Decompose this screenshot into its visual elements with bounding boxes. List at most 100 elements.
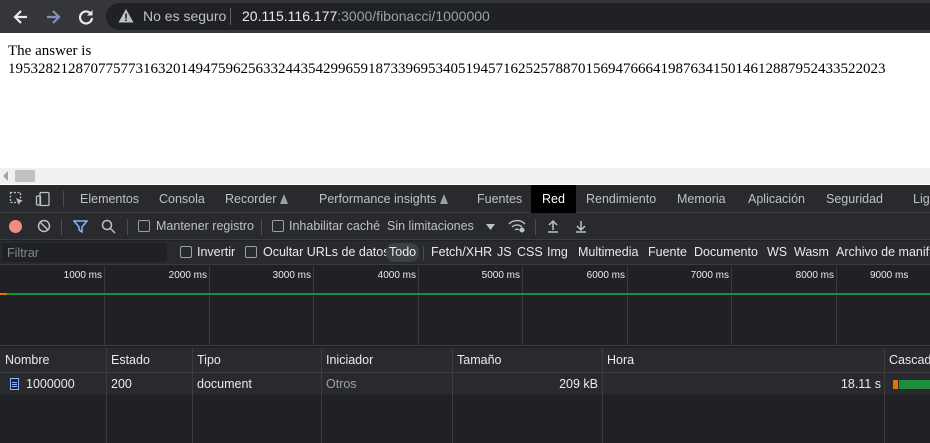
filter-type-multimedia[interactable]: Multimedia xyxy=(578,245,638,259)
url-text[interactable]: 20.115.116.177:3000/fibonacci/1000000 xyxy=(242,8,490,24)
address-bar[interactable]: No es seguro 20.115.116.177:3000/fibonac… xyxy=(106,3,930,30)
column-cascada[interactable]: Cascada xyxy=(889,353,930,367)
column-divider[interactable] xyxy=(106,348,107,443)
column-hora[interactable]: Hora xyxy=(607,353,634,367)
preserve-log-checkbox[interactable] xyxy=(138,220,150,232)
url-separator xyxy=(230,8,231,25)
tab-performance-insights-label: Performance insights xyxy=(319,192,437,206)
overview-tick-label: 7000 ms xyxy=(690,270,729,281)
overview-tick-label: 3000 ms xyxy=(272,270,311,281)
overview-tick-label: 4000 ms xyxy=(377,270,416,281)
cell-name[interactable]: 1000000 xyxy=(26,377,75,391)
export-har-icon[interactable] xyxy=(575,219,587,233)
tab-fuentes[interactable]: Fuentes xyxy=(477,185,522,213)
overview-gridline xyxy=(209,266,210,345)
tab-seguridad[interactable]: Seguridad xyxy=(826,185,883,213)
toolbar-divider xyxy=(61,219,62,235)
record-button[interactable] xyxy=(9,220,22,233)
column-divider[interactable] xyxy=(884,348,885,443)
filter-type-wasm[interactable]: Wasm xyxy=(794,245,829,259)
network-conditions-icon[interactable] xyxy=(508,219,526,233)
warning-triangle-icon xyxy=(118,9,134,23)
column-nombre[interactable]: Nombre xyxy=(5,353,49,367)
tab-recorder[interactable]: Recorder xyxy=(225,185,289,213)
column-divider[interactable] xyxy=(321,348,322,443)
chevron-down-icon[interactable] xyxy=(486,224,495,230)
hide-data-urls-checkbox[interactable] xyxy=(245,246,257,258)
arrow-left-icon xyxy=(13,10,27,24)
network-toolbar: Mantener registro Inhabilitar caché Sin … xyxy=(0,213,930,240)
page-content: The answer is 19532821287077577316320149… xyxy=(0,35,930,168)
filter-type-css[interactable]: CSS xyxy=(517,245,543,259)
overview-gridline xyxy=(836,266,837,345)
filter-type-fetch-xhr[interactable]: Fetch/XHR xyxy=(431,245,492,259)
throttling-select[interactable]: Sin limitaciones xyxy=(387,219,474,233)
invert-checkbox[interactable] xyxy=(180,246,192,258)
filter-input[interactable] xyxy=(2,243,167,262)
forward-button[interactable] xyxy=(41,5,65,29)
tab-aplicacion[interactable]: Aplicación xyxy=(748,185,805,213)
disable-cache-label: Inhabilitar caché xyxy=(289,219,381,233)
tab-elementos[interactable]: Elementos xyxy=(80,185,139,213)
experiment-flask-icon xyxy=(280,194,289,204)
device-toolbar-icon[interactable] xyxy=(35,191,51,207)
filter-type-fuente[interactable]: Fuente xyxy=(648,245,687,259)
cell-initiator: Otros xyxy=(326,377,357,391)
network-overview[interactable]: 1000 ms 2000 ms 3000 ms 4000 ms 5000 ms … xyxy=(0,266,930,346)
toolbar-divider xyxy=(127,219,128,235)
scrollbar-thumb[interactable] xyxy=(15,170,35,182)
column-tamano[interactable]: Tamaño xyxy=(457,353,501,367)
overview-tick-label: 1000 ms xyxy=(63,270,102,281)
tab-lighthouse[interactable]: Lighthouse xyxy=(913,185,930,213)
inspect-element-icon[interactable] xyxy=(9,191,25,207)
filter-type-todo[interactable]: Todo xyxy=(386,243,420,262)
filter-type-img[interactable]: Img xyxy=(547,245,568,259)
invert-label: Invertir xyxy=(197,245,236,259)
column-divider[interactable] xyxy=(452,348,453,443)
table-row[interactable]: 1000000 200 document Otros 209 kB 18.11 … xyxy=(0,373,930,395)
tab-rendimiento[interactable]: Rendimiento xyxy=(586,185,656,213)
filter-icon[interactable] xyxy=(73,220,88,233)
url-host: 20.115.116.177 xyxy=(242,8,338,24)
column-tipo[interactable]: Tipo xyxy=(197,353,221,367)
devtools-tab-bar: Elementos Consola Recorder Performance i… xyxy=(0,185,930,213)
filter-type-manifest[interactable]: Archivo de manifiesto xyxy=(836,245,930,259)
column-divider[interactable] xyxy=(602,348,603,443)
filter-type-js[interactable]: JS xyxy=(497,245,512,259)
toolbar-divider xyxy=(535,219,536,235)
reload-button[interactable] xyxy=(74,5,98,29)
filter-divider xyxy=(423,246,424,260)
column-iniciador[interactable]: Iniciador xyxy=(326,353,373,367)
tab-performance-insights[interactable]: Performance insights xyxy=(319,185,449,213)
toolbar-divider xyxy=(261,219,262,235)
tab-red[interactable]: Red xyxy=(531,185,576,213)
filter-bar: Invertir Ocultar URLs de datos Todo Fetc… xyxy=(0,241,930,265)
column-divider[interactable] xyxy=(192,348,193,443)
horizontal-scrollbar[interactable] xyxy=(0,168,930,184)
preserve-log-label: Mantener registro xyxy=(156,219,254,233)
overview-gridline xyxy=(104,266,105,345)
import-har-icon[interactable] xyxy=(547,219,559,233)
cell-type: document xyxy=(197,377,252,391)
scroll-left-icon[interactable] xyxy=(3,171,8,181)
search-icon[interactable] xyxy=(101,219,116,234)
waterfall-waiting-bar xyxy=(893,380,898,389)
disable-cache-checkbox[interactable] xyxy=(272,220,284,232)
filter-type-documento[interactable]: Documento xyxy=(694,245,758,259)
filter-type-ws[interactable]: WS xyxy=(767,245,787,259)
overview-gridline xyxy=(313,266,314,345)
overview-tick-label: 2000 ms xyxy=(168,270,207,281)
tab-memoria[interactable]: Memoria xyxy=(677,185,726,213)
tab-recorder-label: Recorder xyxy=(225,192,277,206)
hide-data-urls-label: Ocultar URLs de datos xyxy=(263,245,390,259)
clear-icon[interactable] xyxy=(37,219,51,233)
back-button[interactable] xyxy=(9,5,33,29)
tab-consola[interactable]: Consola xyxy=(159,185,205,213)
overview-gridline xyxy=(731,266,732,345)
security-status-text[interactable]: No es seguro xyxy=(143,8,226,24)
cell-time: 18.11 s xyxy=(840,377,881,391)
requests-table-header: Nombre Estado Tipo Iniciador Tamaño Hora… xyxy=(0,348,930,373)
overview-gridline xyxy=(627,266,628,345)
column-estado[interactable]: Estado xyxy=(111,353,150,367)
overview-tick-label: 8000 ms xyxy=(795,270,834,281)
